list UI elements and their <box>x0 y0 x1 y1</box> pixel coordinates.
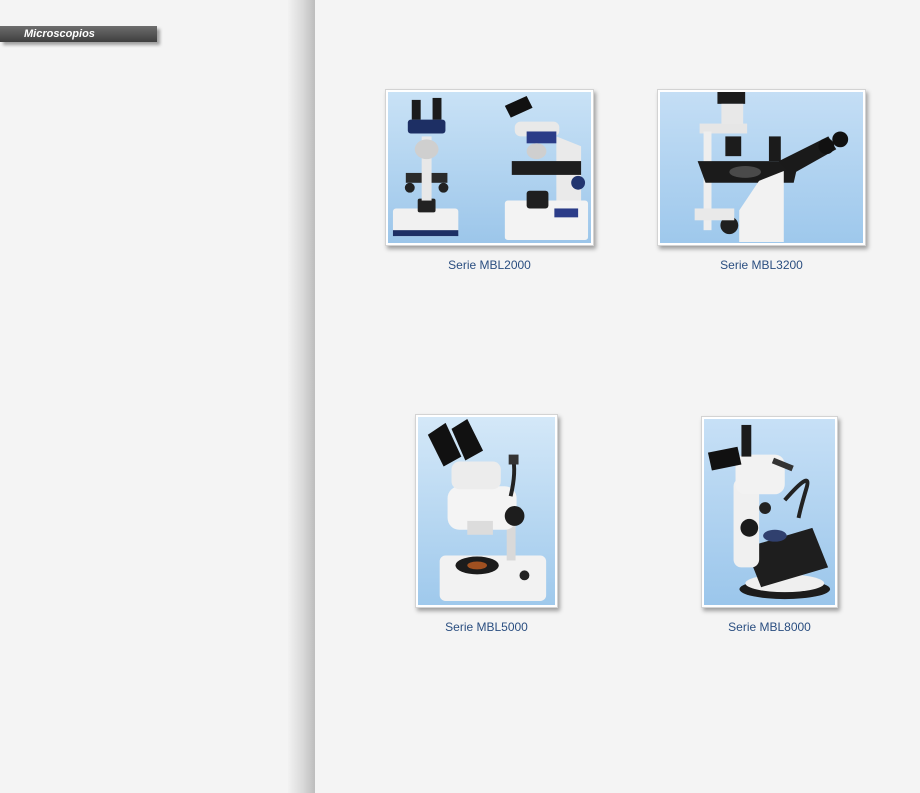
sidebar-section-tab[interactable]: Microscopios <box>0 26 157 42</box>
product-card-mbl2000[interactable]: Serie MBL2000 <box>385 89 594 272</box>
sidebar: Microscopios <box>0 0 300 793</box>
product-card-mbl8000[interactable]: Serie MBL8000 <box>701 416 838 634</box>
microscope-mbl5000-image[interactable] <box>415 414 558 608</box>
product-card-mbl5000[interactable]: Serie MBL5000 <box>415 414 558 634</box>
product-gallery: Serie MBL2000 Serie MBL3200 Serie MBL500… <box>315 0 920 793</box>
microscope-mbl2000-image[interactable] <box>385 89 594 246</box>
product-caption[interactable]: Serie MBL8000 <box>701 620 838 634</box>
sidebar-divider-shadow <box>288 0 315 793</box>
product-caption[interactable]: Serie MBL2000 <box>385 258 594 272</box>
product-caption[interactable]: Serie MBL5000 <box>415 620 558 634</box>
microscope-mbl8000-image[interactable] <box>701 416 838 608</box>
product-caption[interactable]: Serie MBL3200 <box>657 258 866 272</box>
product-card-mbl3200[interactable]: Serie MBL3200 <box>657 89 866 272</box>
microscope-mbl3200-image[interactable] <box>657 89 866 246</box>
